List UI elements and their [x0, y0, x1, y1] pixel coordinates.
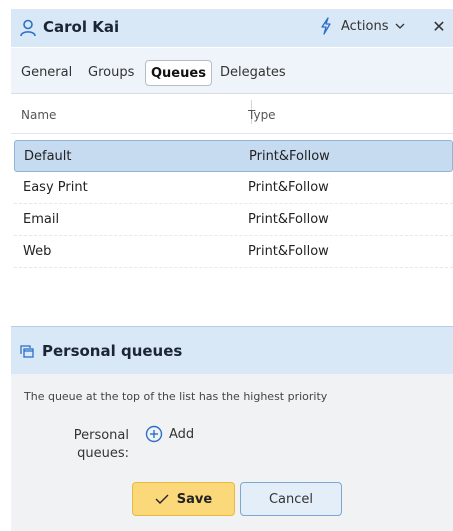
- table-header: Name Type: [11, 96, 453, 134]
- save-button[interactable]: Save: [132, 482, 235, 516]
- tab-queues[interactable]: Queues: [145, 60, 212, 86]
- add-label: Add: [169, 426, 195, 442]
- actions-menu-button[interactable]: Actions: [319, 17, 405, 35]
- copy-windows-icon: [20, 345, 34, 358]
- cell-name: Web: [23, 244, 52, 259]
- cell-type: Print&Follow: [248, 180, 329, 195]
- personal-queues-label: Personal queues:: [73, 428, 129, 461]
- cell-type: Print&Follow: [249, 149, 330, 164]
- page-title: Carol Kai: [43, 18, 120, 36]
- cell-type: Print&Follow: [248, 244, 329, 259]
- close-icon[interactable]: ✕: [431, 17, 447, 37]
- add-queue-button[interactable]: Add: [145, 425, 194, 443]
- window-header: Carol Kai Actions ✕: [11, 9, 453, 47]
- cell-name: Easy Print: [23, 180, 88, 195]
- tab-general[interactable]: General: [21, 60, 72, 86]
- cancel-label: Cancel: [268, 491, 314, 507]
- table-row[interactable]: Web Print&Follow: [14, 236, 453, 268]
- check-icon: [155, 494, 169, 504]
- actions-label: Actions: [341, 18, 389, 34]
- cell-name: Default: [24, 149, 72, 164]
- save-label: Save: [176, 491, 213, 507]
- table-row[interactable]: Default Print&Follow: [14, 140, 453, 172]
- cancel-button[interactable]: Cancel: [240, 482, 342, 516]
- plus-circle-icon: [145, 425, 163, 443]
- table-row[interactable]: Email Print&Follow: [14, 204, 453, 236]
- chevron-down-icon: [395, 23, 404, 29]
- tab-bar: General Groups Queues Delegates: [11, 48, 453, 94]
- personal-queues-panel: The queue at the top of the list has the…: [11, 374, 453, 531]
- column-header-type[interactable]: Type: [248, 108, 276, 122]
- column-header-name[interactable]: Name: [21, 108, 56, 122]
- lightning-icon: [321, 17, 331, 35]
- tab-delegates[interactable]: Delegates: [220, 60, 286, 86]
- priority-hint: The queue at the top of the list has the…: [24, 390, 328, 403]
- user-icon: [20, 19, 36, 37]
- tab-groups[interactable]: Groups: [88, 60, 134, 86]
- personal-queues-header: Personal queues: [11, 326, 453, 374]
- cell-type: Print&Follow: [248, 212, 329, 227]
- cell-name: Email: [23, 212, 60, 227]
- table-row[interactable]: Easy Print Print&Follow: [14, 172, 453, 204]
- section-title: Personal queues: [42, 342, 183, 360]
